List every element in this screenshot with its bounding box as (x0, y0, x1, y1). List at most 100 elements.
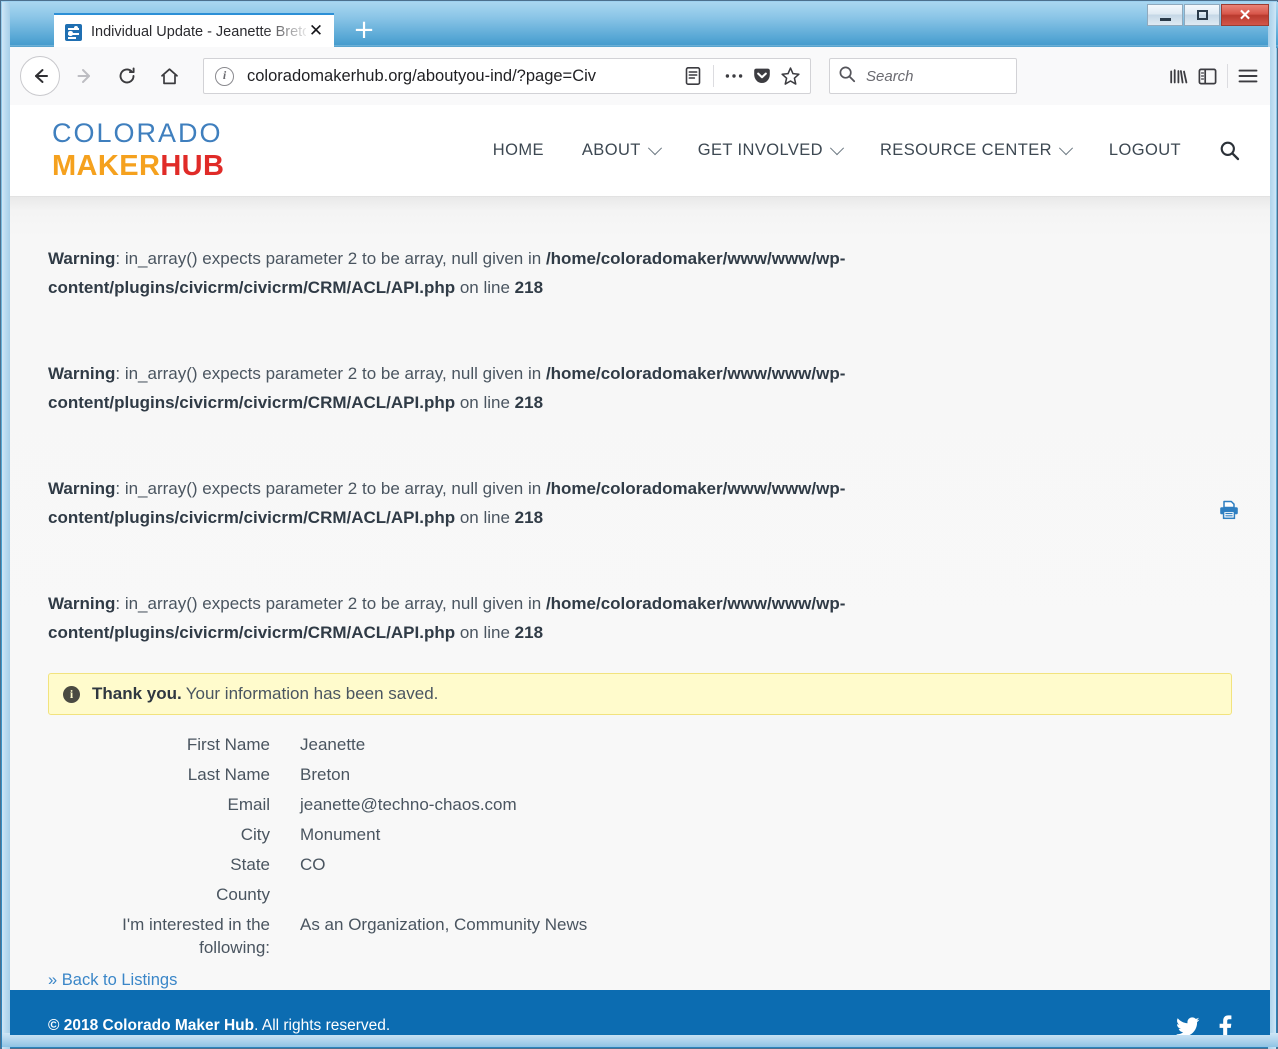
nav-label: LOGOUT (1108, 141, 1181, 159)
back-to-listings-link[interactable]: » Back to Listings (48, 971, 1270, 990)
page-actions-icon[interactable] (720, 62, 748, 90)
field-label: First Name (186, 735, 270, 755)
back-button[interactable] (20, 56, 60, 96)
pocket-icon[interactable] (748, 62, 776, 90)
field-value: Jeanette (300, 735, 366, 755)
tab-strip: Individual Update - Jeanette Breton ✕ + (10, 9, 1270, 49)
nav-label: GET INVOLVED (697, 141, 823, 159)
field-row: City Monument (48, 823, 1232, 846)
screen: ✕ Individual Update - Jeanette Breton ✕ … (0, 0, 1278, 1049)
sidebar-icon[interactable] (1193, 62, 1221, 90)
hamburger-menu-icon[interactable] (1234, 62, 1262, 90)
browser-toolbar: i coloradomakerhub.org/aboutyou-ind/?pag… (10, 47, 1270, 106)
home-button[interactable] (152, 59, 186, 93)
page-content: Warning: in_array() expects parameter 2 … (10, 197, 1270, 991)
twitter-icon[interactable] (1176, 1016, 1200, 1035)
field-row: Last Name Breton (48, 763, 1232, 786)
forward-button (68, 59, 102, 93)
warning-online-text: on line (455, 392, 515, 412)
sitemap-favicon-icon (65, 23, 82, 41)
url-bar[interactable]: i coloradomakerhub.org/aboutyou-ind/?pag… (203, 58, 811, 94)
warning-label: Warning (48, 364, 116, 383)
warning-line-number: 218 (514, 622, 544, 642)
field-label: I'm interested in the following: (122, 915, 270, 958)
nav-item-home[interactable]: HOME (493, 141, 544, 160)
url-text: coloradomakerhub.org/aboutyou-ind/?page=… (247, 66, 597, 85)
nav-label: HOME (492, 141, 544, 159)
printer-icon[interactable] (1218, 500, 1240, 520)
field-value: jeanette@techno-chaos.com (300, 795, 517, 815)
footer-copyright-rest: . All rights reserved. (254, 1017, 391, 1035)
window-border-left (2, 2, 10, 1049)
nav-item-resource-center[interactable]: RESOURCE CENTER (879, 140, 1073, 160)
field-row: County (48, 883, 1232, 906)
php-warnings-list: Warning: in_array() expects parameter 2 … (10, 197, 1270, 647)
warning-label: Warning (48, 594, 116, 613)
tab-title: Individual Update - Jeanette Breton (91, 24, 306, 40)
warning-line-number: 218 (514, 277, 544, 297)
success-notice: i Thank you. Your information has been sa… (48, 673, 1232, 716)
logo-hub-text: HUB (160, 150, 225, 182)
warning-online-text: on line (455, 277, 515, 297)
field-label: City (240, 825, 270, 845)
library-icon[interactable] (1165, 62, 1193, 90)
warning-label: Warning (48, 479, 116, 498)
search-bar[interactable]: Search (829, 58, 1017, 94)
reader-view-icon[interactable] (679, 62, 707, 90)
tab-individual-update[interactable]: Individual Update - Jeanette Breton ✕ (54, 13, 334, 49)
php-warning: Warning: in_array() expects parameter 2 … (48, 360, 1218, 417)
warning-message: : in_array() expects parameter 2 to be a… (115, 594, 546, 613)
site-identity-icon[interactable]: i (215, 66, 234, 86)
warning-online-text: on line (455, 507, 515, 527)
field-value: As an Organization, Community News (300, 915, 588, 935)
field-row: First Name Jeanette (48, 733, 1232, 756)
window-border-bottom (2, 1033, 1278, 1047)
browser-window: Individual Update - Jeanette Breton ✕ + (10, 9, 1270, 1035)
warning-online-text: on line (455, 622, 515, 642)
site-footer: © 2018 Colorado Maker Hub. All rights re… (10, 990, 1270, 1035)
site-logo[interactable]: COLORADO MAKERHUB (52, 120, 224, 181)
warning-line-number: 218 (514, 507, 544, 527)
search-input-placeholder[interactable]: Search (866, 68, 914, 85)
footer-text: © 2018 Colorado Maker Hub. All rights re… (48, 1013, 656, 1035)
field-value: Breton (300, 765, 351, 785)
site-header: COLORADO MAKERHUB HOME ABOUT GET INVOLVE… (10, 105, 1270, 197)
nav-item-about[interactable]: ABOUT (581, 140, 662, 160)
field-row: State CO (48, 853, 1232, 876)
field-row: Email jeanette@techno-chaos.com (48, 793, 1232, 816)
warning-message: : in_array() expects parameter 2 to be a… (115, 249, 546, 268)
notice-text: Your information has been saved. (185, 684, 439, 703)
chevron-down-icon (647, 140, 662, 155)
footer-social-links (1176, 1013, 1232, 1035)
field-row: I'm interested in the following: As an O… (48, 913, 1232, 959)
reload-button[interactable] (110, 59, 144, 93)
field-label: County (216, 885, 270, 905)
os-window-frame: ✕ Individual Update - Jeanette Breton ✕ … (0, 0, 1278, 1049)
field-value: Monument (300, 825, 381, 845)
toolbar-right-group (1165, 62, 1270, 90)
nav-item-get-involved[interactable]: GET INVOLVED (697, 140, 845, 160)
bookmark-star-icon[interactable] (776, 62, 804, 90)
field-label: Email (227, 795, 270, 815)
php-warning: Warning: in_array() expects parameter 2 … (48, 245, 1218, 302)
page-viewport: COLORADO MAKERHUB HOME ABOUT GET INVOLVE… (10, 105, 1270, 1035)
warning-line-number: 218 (514, 392, 544, 412)
nav-label: RESOURCE CENTER (879, 141, 1052, 159)
facebook-icon[interactable] (1218, 1015, 1232, 1035)
profile-field-list: First Name Jeanette Last Name Breton Ema… (10, 733, 1270, 959)
field-value: CO (300, 855, 326, 875)
new-tab-button[interactable]: + (352, 17, 376, 43)
field-label: Last Name (187, 765, 270, 785)
warning-message: : in_array() expects parameter 2 to be a… (115, 364, 546, 383)
field-label: State (230, 855, 270, 875)
tab-close-icon[interactable]: ✕ (306, 22, 326, 42)
search-icon (838, 65, 856, 88)
footer-copyright-strong: © 2018 Colorado Maker Hub (48, 1017, 255, 1035)
notice-strong: Thank you. (92, 684, 182, 703)
warning-label: Warning (48, 249, 116, 268)
nav-item-logout[interactable]: LOGOUT (1109, 141, 1181, 160)
chevron-down-icon (829, 140, 845, 155)
nav-label: ABOUT (581, 141, 641, 159)
chevron-down-icon (1058, 140, 1073, 155)
site-search-icon[interactable] (1219, 140, 1240, 161)
